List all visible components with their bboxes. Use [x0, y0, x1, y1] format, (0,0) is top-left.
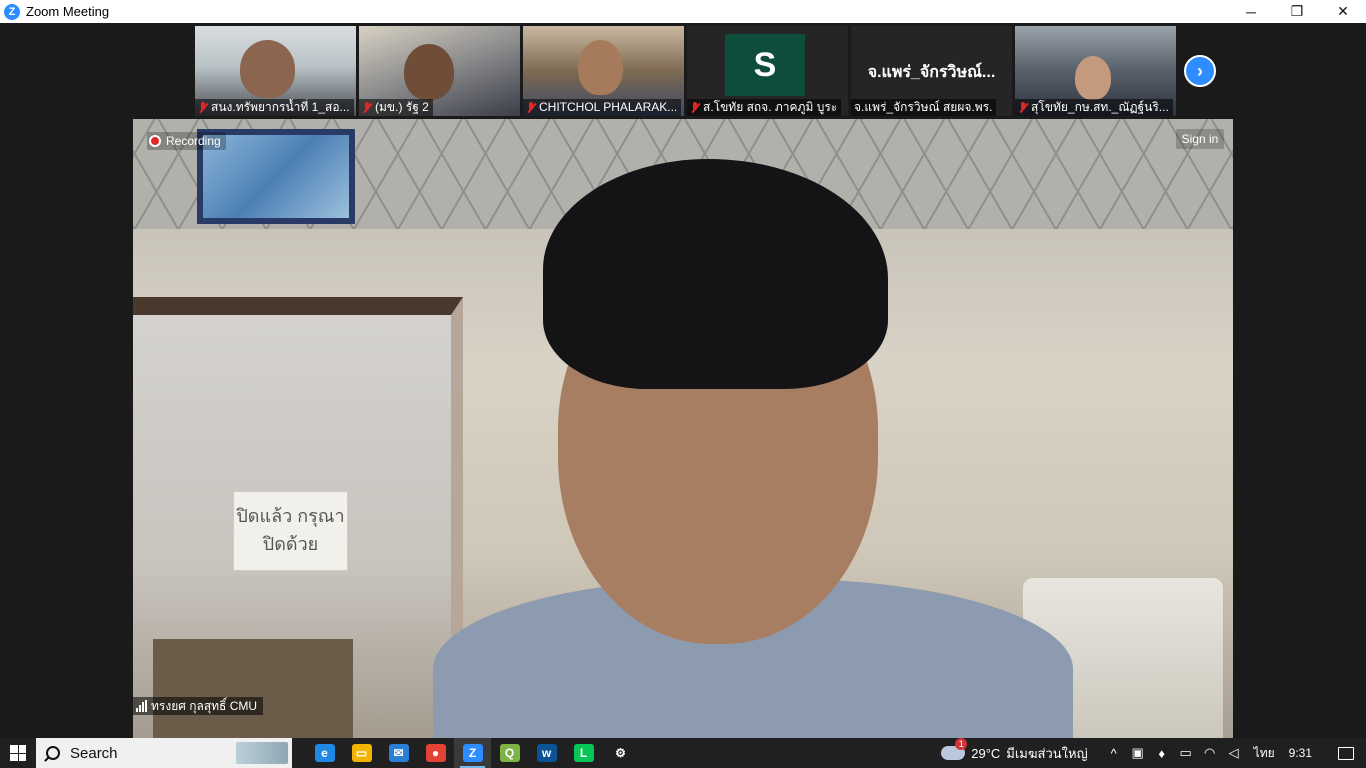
volume-icon[interactable]: ◁ — [1222, 738, 1246, 768]
camera-icon[interactable]: ▣ — [1126, 738, 1150, 768]
mic-muted-icon — [690, 101, 700, 114]
taskbar-app[interactable]: Z — [454, 738, 491, 768]
qgis-icon: Q — [499, 744, 520, 762]
cloud-icon: 1 — [941, 738, 968, 760]
participant-name: CHITCHOL PHALARAK... — [523, 99, 682, 116]
speaker-hair — [543, 159, 888, 389]
notification-button[interactable] — [1326, 738, 1366, 768]
edge-icon: e — [314, 744, 335, 762]
mail-icon: ✉ — [388, 744, 409, 762]
recording-indicator[interactable]: Recording — [147, 132, 226, 150]
clock[interactable]: 9:31 — [1289, 746, 1312, 760]
temperature: 29°C — [971, 745, 1001, 761]
weather-badge: 1 — [955, 738, 968, 750]
sign-in-button[interactable]: Sign in — [1176, 129, 1224, 149]
notification-icon — [1338, 746, 1354, 760]
file-explorer-icon: ▭ — [351, 744, 372, 762]
webex-icon: w — [536, 744, 557, 762]
recording-icon — [149, 135, 161, 147]
taskbar-app[interactable]: e — [306, 738, 343, 768]
taskbar-app[interactable]: ✉ — [380, 738, 417, 768]
participant-video — [240, 40, 295, 98]
participant-name: (มข.) รัฐ 2 — [359, 99, 433, 116]
settings-icon: ⚙ — [610, 744, 631, 762]
signal-strength-icon — [136, 700, 147, 712]
participant-display-name: จ.แพร่_จักรวิษณ์... — [867, 64, 996, 81]
participant-name: จ.แพร่_จักรวิษณ์ สยผจ.พร. — [851, 99, 997, 116]
pinned-apps: e ▭ ✉ ● Z Qw L ⚙ — [306, 738, 639, 768]
speaker-figure — [433, 159, 1073, 738]
zoom-icon: Z — [462, 744, 483, 762]
participant-tile[interactable]: จ.แพร่_จักรวิษณ์... จ.แพร่_จักรวิษณ์ สยผ… — [851, 26, 1012, 116]
window-controls: ─ ❐ ✕ — [1228, 0, 1366, 23]
microphone-icon[interactable]: ♦ — [1150, 738, 1174, 768]
chevron-up-icon[interactable]: ^ — [1102, 738, 1126, 768]
participant-name: ส.โขทัย สถจ. ภาคภูมิ บูระ — [687, 99, 842, 116]
search-icon — [46, 746, 60, 760]
mic-muted-icon — [198, 101, 208, 114]
close-button[interactable]: ✕ — [1320, 0, 1366, 23]
taskbar-app[interactable]: w — [528, 738, 565, 768]
mic-muted-icon — [362, 101, 372, 114]
start-button[interactable] — [0, 738, 36, 768]
line-icon: L — [573, 744, 594, 762]
mic-muted-icon — [1018, 101, 1028, 114]
next-page-button[interactable]: › — [1184, 55, 1216, 87]
gallery-strip: สนง.ทรัพยากรน้ำที่ 1_สอ... (มข.) รัฐ 2 C… — [195, 26, 1176, 116]
active-speaker-video[interactable]: ปิดแล้ว กรุณาปิดด้วย — [133, 119, 1233, 738]
avatar: S — [725, 34, 805, 96]
participant-name: สนง.ทรัพยากรน้ำที่ 1_สอ... — [195, 99, 354, 116]
zoom-icon: Z — [4, 3, 20, 20]
participant-name: สุโขทัย_กษ.สท._ณัฏฐ์นริ... — [1015, 99, 1173, 116]
minimize-button[interactable]: ─ — [1228, 0, 1274, 23]
search-box[interactable]: Search — [36, 738, 292, 768]
background-sign: ปิดแล้ว กรุณาปิดด้วย — [233, 491, 348, 571]
participant-tile[interactable]: S ส.โขทัย สถจ. ภาคภูมิ บูระ — [687, 26, 848, 116]
participant-tile[interactable]: (มข.) รัฐ 2 — [359, 26, 520, 116]
taskbar-app[interactable]: Q — [491, 738, 528, 768]
wifi-icon[interactable]: ◠ — [1198, 738, 1222, 768]
restore-button[interactable]: ❐ — [1274, 0, 1320, 23]
taskbar: Search e ▭ ✉ ● Z Qw L ⚙ 1 29°C มีเมฆส่วนใหญ่ ^ … — [0, 738, 1366, 768]
participant-tile[interactable]: สนง.ทรัพยากรน้ำที่ 1_สอ... — [195, 26, 356, 116]
system-tray: 1 29°C มีเมฆส่วนใหญ่ ^ ▣ ♦ ▭ ◠ ◁ ไทย 9:3… — [941, 738, 1366, 768]
background-shelf — [153, 639, 353, 738]
taskbar-app[interactable]: L — [565, 738, 602, 768]
chrome-icon: ● — [425, 744, 446, 762]
participant-video — [1075, 56, 1111, 100]
participant-video — [578, 40, 623, 95]
mic-muted-icon — [526, 101, 536, 114]
window-title: Zoom Meeting — [26, 4, 110, 19]
participant-tile[interactable]: CHITCHOL PHALARAK... — [523, 26, 684, 116]
title-bar: Z Zoom Meeting ─ ❐ ✕ — [0, 0, 1366, 23]
weather-widget[interactable]: 1 29°C มีเมฆส่วนใหญ่ — [941, 738, 1088, 764]
speaker-name-label: ทรงยศ กุลสุทธิ์ CMU — [133, 697, 264, 715]
taskbar-app[interactable]: ● — [417, 738, 454, 768]
windows-icon — [10, 745, 26, 761]
meeting-stage: สนง.ทรัพยากรน้ำที่ 1_สอ... (มข.) รัฐ 2 C… — [0, 23, 1366, 738]
taskbar-app[interactable]: ▭ — [343, 738, 380, 768]
participant-video — [404, 44, 454, 100]
input-language[interactable]: ไทย — [1254, 744, 1275, 763]
participant-tile[interactable]: สุโขทัย_กษ.สท._ณัฏฐ์นริ... — [1015, 26, 1176, 116]
battery-icon[interactable]: ▭ — [1174, 738, 1198, 768]
weather-text: มีเมฆส่วนใหญ่ — [1006, 745, 1088, 761]
taskbar-app[interactable]: ⚙ — [602, 738, 639, 768]
search-highlight-image — [236, 742, 288, 764]
